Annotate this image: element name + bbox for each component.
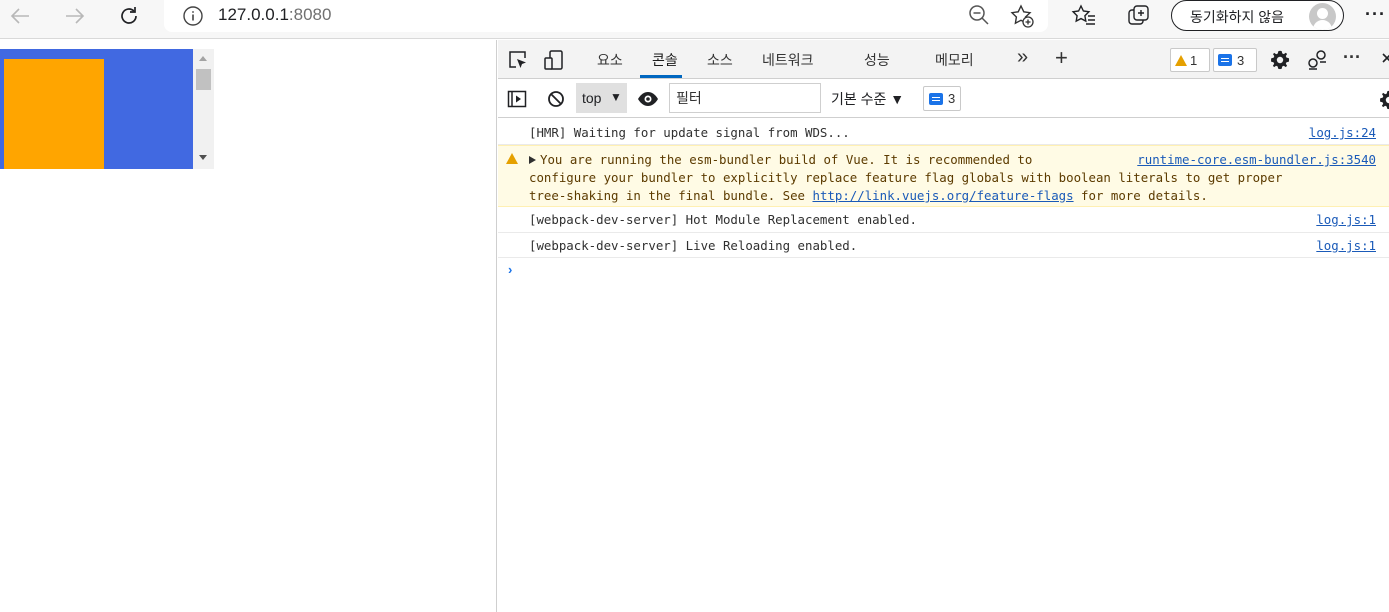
devtools-tabbar: 요소 콘솔 소스 네트워크 성능 메모리 » + 1 3 ··· bbox=[498, 40, 1389, 79]
sidebar-toggle-icon[interactable] bbox=[507, 89, 527, 109]
browser-toolbar: 127.0.0.1:8080 동기화하지 않음 ··· bbox=[0, 0, 1389, 39]
vertical-scrollbar[interactable] bbox=[193, 49, 214, 169]
url-host: 127.0.0.1 bbox=[218, 5, 289, 24]
browser-menu-button[interactable]: ··· bbox=[1365, 4, 1386, 25]
settings-gear-icon[interactable] bbox=[1269, 49, 1291, 71]
message-text: [webpack-dev-server] Live Reloading enab… bbox=[529, 238, 858, 253]
warning-text-3a: tree-shaking in the final bundle. See bbox=[529, 188, 813, 203]
messages-badge[interactable]: 3 bbox=[1213, 48, 1257, 72]
url-port: :8080 bbox=[288, 5, 332, 24]
sync-status-label: 동기화하지 않음 bbox=[1190, 9, 1285, 25]
warning-count: 1 bbox=[1190, 52, 1198, 68]
address-bar[interactable]: 127.0.0.1:8080 bbox=[164, 0, 1048, 32]
tab-memory[interactable]: 메모리 bbox=[935, 50, 974, 70]
message-icon bbox=[929, 92, 943, 105]
eye-icon[interactable] bbox=[637, 90, 659, 108]
warning-text-2: configure your bundler to explicitly rep… bbox=[529, 170, 1283, 185]
warning-text-3b: for more details. bbox=[1073, 188, 1208, 203]
console-toolbar: top ▼ 기본 수준 ▼ 3 bbox=[498, 80, 1389, 118]
tab-elements[interactable]: 요소 bbox=[597, 50, 623, 70]
source-link[interactable]: runtime-core.esm-bundler.js:3540 bbox=[1131, 151, 1376, 169]
tab-network[interactable]: 네트워크 bbox=[762, 50, 814, 70]
customize-icon[interactable] bbox=[1306, 49, 1328, 71]
back-button[interactable] bbox=[5, 3, 35, 29]
scroll-up-icon[interactable] bbox=[199, 56, 207, 61]
active-tab-indicator bbox=[640, 75, 682, 78]
inspect-element-icon[interactable] bbox=[507, 49, 529, 71]
forward-button[interactable] bbox=[60, 3, 90, 29]
inner-box bbox=[4, 59, 104, 169]
message-icon bbox=[1218, 54, 1232, 66]
console-message: [HMR] Waiting for update signal from WDS… bbox=[498, 119, 1389, 145]
url-text[interactable]: 127.0.0.1:8080 bbox=[218, 5, 331, 25]
source-link[interactable]: log.js:24 bbox=[1309, 124, 1376, 142]
devtools-menu-button[interactable]: ··· bbox=[1343, 47, 1361, 68]
context-value: top bbox=[582, 90, 602, 106]
page-viewport bbox=[0, 40, 497, 612]
source-link[interactable]: log.js:1 bbox=[1316, 237, 1376, 255]
filter-input[interactable] bbox=[669, 83, 821, 113]
avatar bbox=[1309, 3, 1336, 30]
issues-count: 3 bbox=[948, 91, 956, 106]
info-icon[interactable] bbox=[182, 5, 204, 27]
feature-flags-link[interactable]: http://link.vuejs.org/feature-flags bbox=[812, 188, 1073, 203]
warning-text-1: You are running the esm-bundler build of… bbox=[540, 152, 1033, 167]
message-count: 3 bbox=[1237, 52, 1245, 68]
console-prompt[interactable]: › bbox=[498, 258, 1389, 282]
add-favorite-icon[interactable] bbox=[1009, 3, 1035, 29]
console-warning: You are running the esm-bundler build of… bbox=[498, 145, 1389, 207]
warnings-badge[interactable]: 1 bbox=[1170, 48, 1210, 72]
more-tabs-button[interactable]: » bbox=[1017, 46, 1028, 69]
arrow-right-icon bbox=[66, 8, 85, 24]
close-icon[interactable] bbox=[1382, 53, 1389, 67]
console-settings-icon[interactable] bbox=[1378, 89, 1389, 111]
context-selector[interactable]: top ▼ bbox=[576, 83, 627, 113]
zoom-out-icon[interactable] bbox=[967, 3, 991, 27]
scrollbar-thumb[interactable] bbox=[196, 69, 211, 90]
message-text: [webpack-dev-server] Hot Module Replacem… bbox=[529, 212, 917, 227]
add-tab-button[interactable]: + bbox=[1055, 45, 1068, 71]
scroll-container[interactable] bbox=[0, 49, 214, 169]
log-levels-dropdown[interactable]: 기본 수준 ▼ bbox=[831, 89, 904, 109]
clear-console-icon[interactable] bbox=[546, 89, 566, 109]
warning-icon bbox=[506, 153, 518, 164]
refresh-icon bbox=[121, 7, 137, 24]
tab-sources[interactable]: 소스 bbox=[707, 50, 733, 70]
console-output: [HMR] Waiting for update signal from WDS… bbox=[498, 119, 1389, 282]
prompt-chevron-icon: › bbox=[508, 262, 513, 277]
collections-icon[interactable] bbox=[1126, 3, 1152, 29]
tab-performance[interactable]: 성능 bbox=[864, 50, 890, 70]
device-toolbar-icon[interactable] bbox=[543, 49, 565, 71]
devtools-panel: 요소 콘솔 소스 네트워크 성능 메모리 » + 1 3 ··· top ▼ 기… bbox=[498, 40, 1389, 612]
profile-sync-button[interactable]: 동기화하지 않음 bbox=[1171, 0, 1344, 31]
source-link[interactable]: log.js:1 bbox=[1316, 211, 1376, 229]
expand-triangle-icon[interactable] bbox=[529, 156, 536, 164]
warning-icon bbox=[1175, 54, 1187, 66]
favorites-icon[interactable] bbox=[1071, 3, 1097, 29]
tab-console[interactable]: 콘솔 bbox=[652, 50, 678, 70]
message-text: [HMR] Waiting for update signal from WDS… bbox=[529, 125, 850, 140]
chevron-down-icon: ▼ bbox=[610, 90, 622, 104]
console-message: [webpack-dev-server] Live Reloading enab… bbox=[498, 233, 1389, 258]
issues-count-button[interactable]: 3 bbox=[923, 86, 962, 111]
scroll-down-icon[interactable] bbox=[199, 155, 207, 160]
console-message: [webpack-dev-server] Hot Module Replacem… bbox=[498, 207, 1389, 233]
arrow-left-icon bbox=[10, 8, 29, 24]
warning-line-3: tree-shaking in the final bundle. See ht… bbox=[498, 187, 1389, 205]
refresh-button[interactable] bbox=[114, 3, 144, 29]
